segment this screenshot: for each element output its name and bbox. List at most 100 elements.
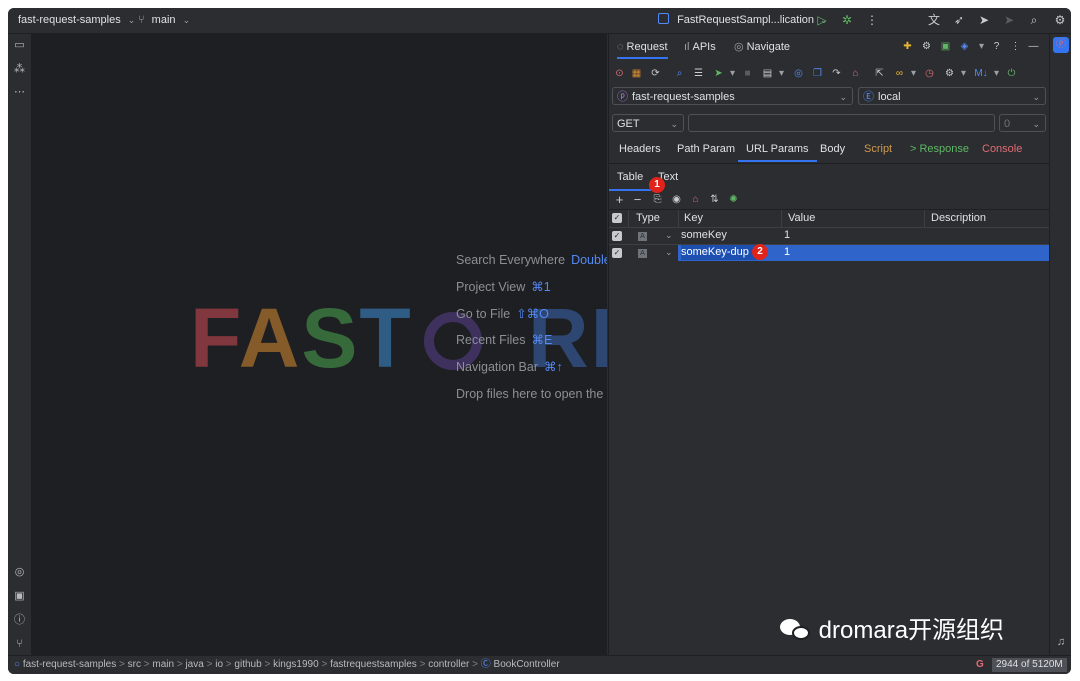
- chevron-down-icon[interactable]: ▾: [726, 67, 739, 80]
- project-selector[interactable]: fast-request-samples ⌄: [18, 13, 135, 28]
- grid-icon[interactable]: ▦: [630, 67, 643, 80]
- run-icon[interactable]: ▷: [814, 12, 830, 28]
- breadcrumb-item[interactable]: io: [215, 659, 223, 670]
- chevron-down-icon[interactable]: ▾: [990, 67, 1003, 80]
- compass-icon[interactable]: ◎: [792, 67, 805, 80]
- send-icon[interactable]: ➤: [976, 12, 992, 28]
- stack-icon[interactable]: ☰: [692, 67, 705, 80]
- key-cell[interactable]: someKey-dup: [681, 245, 757, 260]
- search-icon[interactable]: ⌕: [1026, 12, 1042, 28]
- value-cell[interactable]: 1: [784, 245, 790, 260]
- table-row[interactable]: ✓ A ⌄ someKey-dup 1: [609, 245, 1049, 261]
- help-icon[interactable]: ?: [990, 40, 1003, 53]
- breadcrumb-item[interactable]: kings1990: [273, 659, 319, 670]
- save-icon[interactable]: ▤: [761, 67, 774, 80]
- method-select[interactable]: GET ⌄: [612, 114, 684, 132]
- gear-icon[interactable]: ⚙: [920, 40, 933, 53]
- import-icon[interactable]: ⇱: [873, 67, 886, 80]
- chevron-down-icon[interactable]: ▾: [975, 40, 988, 53]
- minimize-icon[interactable]: —: [1027, 40, 1040, 53]
- rocket-icon[interactable]: ➶: [951, 12, 967, 28]
- tab-path-param[interactable]: Path Param: [677, 136, 735, 162]
- breadcrumb-item[interactable]: src: [128, 659, 141, 670]
- row-checkbox[interactable]: ✓: [612, 248, 622, 258]
- add-icon[interactable]: +: [613, 193, 626, 206]
- google-icon[interactable]: G: [976, 658, 984, 672]
- redo-icon[interactable]: ↷: [830, 67, 843, 80]
- table-row[interactable]: ✓ A ⌄ someKey 1: [609, 228, 1049, 245]
- structure-icon[interactable]: ⁂: [12, 62, 27, 77]
- editor-area[interactable]: FAST REQUEST Search EverywhereDouble Pro…: [32, 34, 607, 656]
- tab-url-params[interactable]: URL Params: [738, 136, 817, 162]
- memory-indicator[interactable]: 2944 of 5120M: [992, 658, 1067, 672]
- layers-icon[interactable]: ◈: [958, 40, 971, 53]
- project-select[interactable]: ⓟ fast-request-samples ⌄: [612, 87, 853, 105]
- tab-table[interactable]: Table: [609, 164, 652, 191]
- breadcrumb-item[interactable]: java: [185, 659, 203, 670]
- breadcrumb-item[interactable]: controller: [428, 659, 469, 670]
- tab-navigate[interactable]: ◎ Navigate: [734, 39, 790, 55]
- services-icon[interactable]: ◎: [12, 565, 27, 580]
- refresh-icon[interactable]: ⟳: [649, 67, 662, 80]
- breadcrumb-item[interactable]: fastrequestsamples: [330, 659, 417, 670]
- tab-body[interactable]: Body: [820, 136, 845, 162]
- git-icon[interactable]: ⑂: [12, 637, 27, 652]
- url-input[interactable]: [688, 114, 995, 132]
- select-all-checkbox[interactable]: ✓: [612, 213, 622, 223]
- folder-icon[interactable]: ▭: [12, 38, 27, 53]
- key-cell[interactable]: someKey: [681, 228, 727, 243]
- eye-icon[interactable]: ◉: [670, 193, 683, 206]
- toggle-icon[interactable]: ▣: [939, 40, 952, 53]
- tab-console[interactable]: Console: [982, 136, 1022, 162]
- tab-headers[interactable]: Headers: [619, 136, 661, 162]
- more-horizontal-icon[interactable]: ⋯: [12, 85, 27, 100]
- breadcrumb-item[interactable]: main: [152, 659, 174, 670]
- chevron-down-icon[interactable]: ▾: [775, 67, 788, 80]
- project-icon: ⓟ: [617, 91, 628, 103]
- run-config-selector[interactable]: FastRequestSampl...lication ⌄: [658, 13, 828, 28]
- problems-icon[interactable]: ⓘ: [12, 613, 27, 628]
- stop-circle-icon[interactable]: ⊙: [613, 67, 626, 80]
- breadcrumb-item[interactable]: github: [234, 659, 261, 670]
- settings-icon[interactable]: ⚙: [1052, 12, 1068, 28]
- clear-icon[interactable]: ⌂: [849, 67, 862, 80]
- ai-icon[interactable]: ✺: [727, 193, 740, 206]
- fast-request-tool-icon[interactable]: ⓟ: [1053, 37, 1069, 53]
- type-cell[interactable]: A ⌄: [638, 228, 673, 243]
- search-icon[interactable]: ⌕: [673, 67, 686, 80]
- chevron-down-icon[interactable]: ▾: [957, 67, 970, 80]
- power-icon[interactable]: ⏻: [1005, 67, 1018, 80]
- duplicate-icon[interactable]: ⎘: [651, 193, 664, 206]
- tab-response[interactable]: > Response: [910, 136, 969, 162]
- row-checkbox[interactable]: ✓: [612, 231, 622, 241]
- tab-script[interactable]: Script: [864, 136, 892, 162]
- type-cell[interactable]: A ⌄: [638, 245, 673, 260]
- environment-select[interactable]: Ⓔlocal ⌄: [858, 87, 1046, 105]
- more-icon[interactable]: ⋮: [864, 12, 880, 28]
- debug-icon[interactable]: ✲: [839, 12, 855, 28]
- history-icon[interactable]: ◷: [923, 67, 936, 80]
- count-spinner[interactable]: 0 ⌄: [999, 114, 1046, 132]
- sort-icon[interactable]: ⇅: [708, 193, 721, 206]
- copy-icon[interactable]: ❐: [811, 67, 824, 80]
- markdown-icon[interactable]: M↓: [973, 67, 989, 80]
- terminal-icon[interactable]: ▣: [12, 589, 27, 604]
- hint-project-view: Project View ⌘1: [456, 279, 551, 295]
- link-icon[interactable]: ∞: [893, 67, 906, 80]
- slack-icon[interactable]: ✚: [901, 40, 914, 53]
- send-request-icon[interactable]: ➤: [712, 67, 725, 80]
- tab-request[interactable]: ◌ Request: [617, 39, 668, 59]
- translate-icon[interactable]: 文: [926, 12, 942, 28]
- delete-icon[interactable]: ⌂: [689, 193, 702, 206]
- tab-apis[interactable]: ıl APIs: [684, 39, 716, 55]
- chevron-down-icon[interactable]: ▾: [907, 67, 920, 80]
- fast-request-panel: ◌ Request ıl APIs ◎ Navigate ✚ ⚙ ▣ ◈ ▾ ? ⋮ …: [608, 34, 1049, 656]
- options-icon[interactable]: ⋮: [1009, 40, 1022, 53]
- branch-selector[interactable]: ⑂ main ⌄: [138, 13, 190, 28]
- breadcrumb-item[interactable]: fast-request-samples: [23, 659, 116, 670]
- settings-icon[interactable]: ⚙: [943, 67, 956, 80]
- value-cell[interactable]: 1: [784, 228, 790, 243]
- remove-icon[interactable]: −: [631, 193, 644, 206]
- notifications-icon[interactable]: ♫: [1054, 635, 1068, 649]
- breadcrumb-item[interactable]: BookController: [494, 659, 560, 670]
